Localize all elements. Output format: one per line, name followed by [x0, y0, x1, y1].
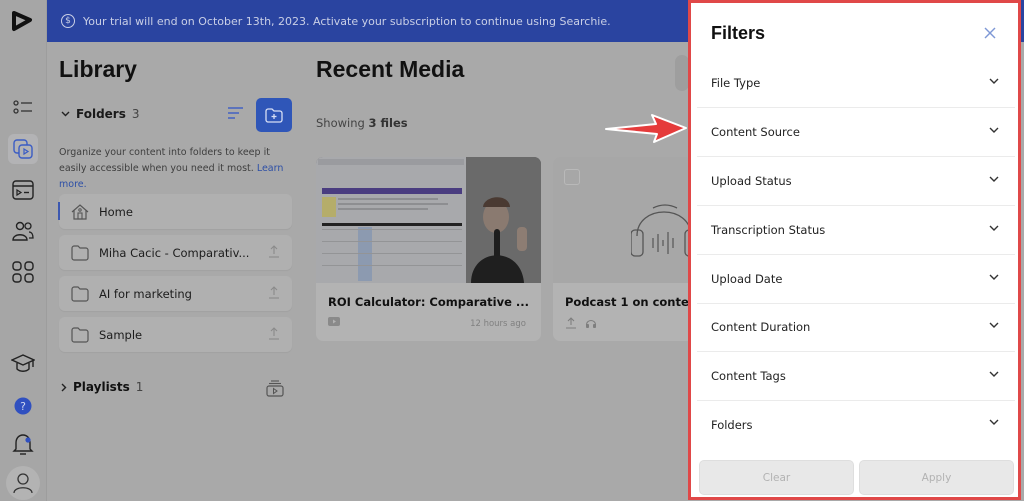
media-card[interactable]: Podcast 1 on content	[553, 157, 693, 341]
filter-label: Content Tags	[711, 369, 786, 383]
folder-icon	[71, 326, 89, 343]
chevron-down-icon	[989, 225, 999, 231]
filter-row-file-type[interactable]: File Type	[697, 59, 1015, 108]
search-toggle-partial[interactable]	[675, 55, 689, 91]
folder-plus-icon	[265, 107, 283, 123]
showing-prefix: Showing	[316, 116, 365, 130]
academy-cap-icon[interactable]	[8, 349, 38, 379]
filter-label: Content Duration	[711, 320, 811, 334]
headphones-icon	[631, 204, 693, 257]
chevron-down-icon	[989, 322, 999, 328]
filter-row-content-source[interactable]: Content Source	[697, 108, 1015, 157]
filter-label: Folders	[711, 417, 753, 432]
player-icon[interactable]	[8, 175, 38, 205]
notifications-bell-icon[interactable]	[8, 429, 38, 459]
folder-label: Sample	[99, 327, 143, 342]
filter-label: Content Source	[711, 125, 800, 139]
filter-label: Upload Status	[711, 174, 792, 188]
add-folder-button[interactable]	[256, 98, 292, 132]
chevron-down-icon	[989, 78, 999, 84]
filter-row-upload-date[interactable]: Upload Date	[697, 255, 1015, 304]
folder-label: Home	[99, 204, 133, 219]
chevron-down-icon	[989, 176, 999, 182]
showing-files-count: 3 files	[368, 116, 408, 130]
filter-row-folders[interactable]: Folders	[697, 400, 1015, 449]
trial-banner-text: Your trial will end on October 13th, 202…	[83, 14, 611, 28]
playlists-label: Playlists	[73, 380, 130, 394]
apply-button[interactable]: Apply	[859, 460, 1014, 495]
folders-count: 3	[131, 107, 140, 121]
library-media-icon[interactable]	[8, 134, 38, 164]
help-icon[interactable]: ?	[8, 391, 38, 421]
close-icon[interactable]	[983, 26, 997, 40]
home-icon	[71, 203, 89, 220]
folder-label: AI for marketing	[99, 286, 192, 301]
filter-label: File Type	[711, 76, 761, 90]
searchie-logo-icon[interactable]	[10, 10, 34, 32]
chevron-down-icon	[61, 111, 70, 117]
playlists-section-toggle[interactable]: Playlists 1	[61, 380, 143, 394]
folders-description-text: Organize your content into folders to ke…	[59, 147, 270, 174]
folder-icon	[71, 285, 89, 302]
folder-item[interactable]: Sample	[59, 317, 292, 352]
playlists-count: 1	[135, 380, 144, 394]
chevron-down-icon	[989, 127, 999, 133]
folder-label: Miha Cacic - Comparativ...	[99, 245, 250, 260]
media-card-title: Podcast 1 on content	[565, 295, 693, 309]
filter-label: Upload Date	[711, 272, 783, 286]
chevron-right-icon	[61, 383, 67, 391]
folder-item[interactable]: Miha Cacic - Comparativ...	[59, 235, 292, 270]
folders-section-toggle[interactable]: Folders 3	[61, 107, 140, 121]
folders-label: Folders	[76, 107, 126, 121]
audio-thumbnail	[553, 157, 693, 283]
media-card[interactable]: ROI Calculator: Comparative ... 12 hours…	[316, 157, 541, 341]
upload-icon	[566, 317, 576, 329]
filter-row-content-duration[interactable]: Content Duration	[697, 303, 1015, 352]
annotation-arrow-icon	[605, 114, 687, 143]
chevron-down-icon	[989, 371, 999, 377]
youtube-icon	[328, 317, 340, 326]
chevron-down-icon	[989, 419, 999, 425]
filter-row-content-tags[interactable]: Content Tags	[697, 352, 1015, 401]
filter-label: Transcription Status	[711, 223, 826, 237]
media-card-meta	[328, 317, 340, 326]
clear-button[interactable]: Clear	[699, 460, 854, 495]
showing-count: Showing 3 files	[316, 116, 408, 130]
filter-row-transcription-status[interactable]: Transcription Status	[697, 206, 1015, 255]
library-panel: Library Folders 3 Organize your content …	[47, 42, 302, 501]
filters-panel: Filters File Type Content Source Upload …	[688, 0, 1021, 500]
add-playlist-icon[interactable]	[266, 380, 284, 397]
library-title: Library	[59, 56, 137, 82]
headphones-small-icon	[585, 319, 597, 328]
video-thumbnail	[316, 157, 541, 283]
list-icon[interactable]	[8, 92, 38, 122]
svg-text:?: ?	[20, 400, 26, 413]
dollar-circle-icon: $	[61, 14, 75, 28]
chevron-down-icon	[989, 274, 999, 280]
upload-icon[interactable]	[268, 327, 280, 340]
folder-item[interactable]: AI for marketing	[59, 276, 292, 311]
folder-item-home[interactable]: Home	[58, 194, 292, 229]
media-card-meta	[565, 317, 597, 329]
upload-icon[interactable]	[268, 286, 280, 299]
filters-title: Filters	[711, 23, 766, 43]
media-card-time: 12 hours ago	[470, 319, 526, 329]
users-icon[interactable]	[8, 216, 38, 246]
profile-avatar-icon[interactable]	[6, 466, 40, 500]
media-card-title: ROI Calculator: Comparative ...	[328, 295, 530, 309]
select-checkbox[interactable]	[564, 169, 580, 185]
left-rail: ?	[0, 0, 47, 501]
sort-icon[interactable]	[226, 104, 246, 122]
folders-description: Organize your content into folders to ke…	[59, 145, 299, 193]
recent-media-title: Recent Media	[316, 56, 465, 82]
apps-grid-icon[interactable]	[8, 257, 38, 287]
folder-icon	[71, 244, 89, 261]
filter-row-upload-status[interactable]: Upload Status	[697, 157, 1015, 206]
upload-icon[interactable]	[268, 245, 280, 258]
